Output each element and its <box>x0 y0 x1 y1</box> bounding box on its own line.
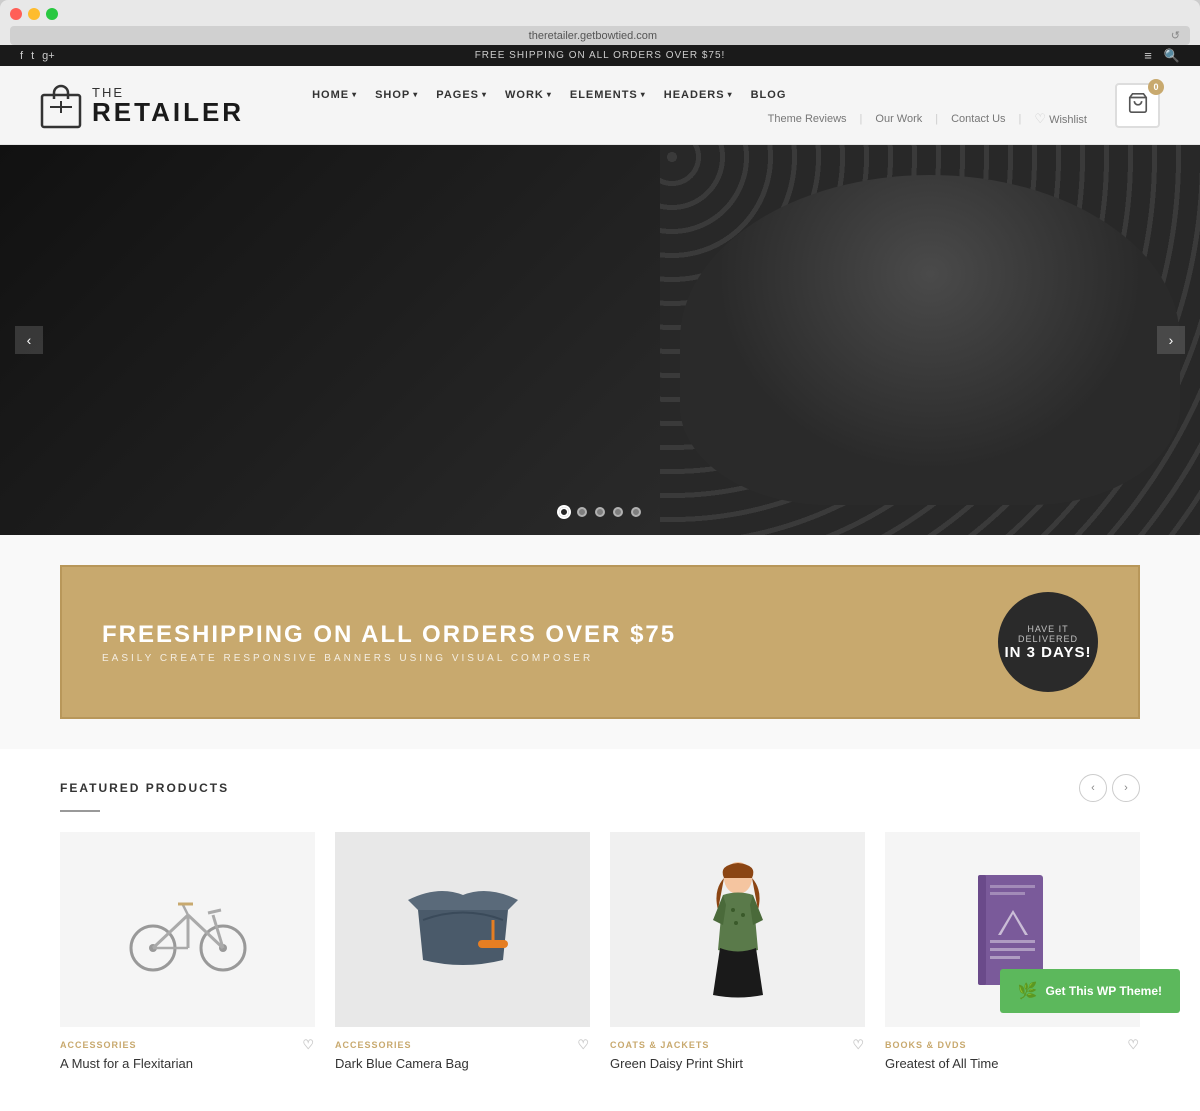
product-name-3: Green Daisy Print Shirt <box>610 1056 865 1071</box>
cart-button[interactable]: 0 <box>1115 83 1160 128</box>
products-nav: ‹ › <box>1079 774 1140 802</box>
products-header: FEATURED PRODUCTS ‹ › <box>60 774 1140 802</box>
slider-dot-3[interactable] <box>595 507 605 517</box>
browser-traffic-lights <box>10 8 1190 20</box>
product-name-4: Greatest of All Time <box>885 1056 1140 1071</box>
wishlist-2[interactable]: ♡ <box>577 1037 590 1053</box>
nav-item-headers[interactable]: HEADERS ▾ <box>656 84 741 106</box>
nav-sub-our-work[interactable]: Our Work <box>867 113 930 125</box>
banner-section: FREESHIPPING ON ALL ORDERS OVER $75 EASI… <box>0 535 1200 749</box>
product-name-1: A Must for a Flexitarian <box>60 1056 315 1071</box>
product-category-1: ACCESSORIES ♡ <box>60 1037 315 1053</box>
shirt-image <box>698 860 778 1000</box>
site-logo[interactable]: THE RETAILER <box>40 81 244 129</box>
product-image-1 <box>60 832 315 1027</box>
promo-banner: FREESHIPPING ON ALL ORDERS OVER $75 EASI… <box>60 565 1140 719</box>
hero-background <box>0 145 1200 535</box>
nav-item-elements[interactable]: ELEMENTS ▾ <box>562 84 654 106</box>
product-name-2: Dark Blue Camera Bag <box>335 1056 590 1071</box>
product-image-3 <box>610 832 865 1027</box>
googleplus-icon[interactable]: g+ <box>42 50 55 62</box>
product-card-3[interactable]: COATS & JACKETS ♡ Green Daisy Print Shir… <box>610 832 865 1071</box>
top-bar: f t g+ FREE SHIPPING ON ALL ORDERS OVER … <box>0 45 1200 66</box>
cta-label: Get This WP Theme! <box>1046 984 1162 998</box>
products-prev-button[interactable]: ‹ <box>1079 774 1107 802</box>
product-category-2: ACCESSORIES ♡ <box>335 1037 590 1053</box>
nav-divider-2: | <box>935 113 938 125</box>
facebook-icon[interactable]: f <box>20 50 23 62</box>
social-links: f t g+ <box>20 50 55 62</box>
bike-image <box>123 880 253 980</box>
close-button[interactable] <box>10 8 22 20</box>
nav-item-shop[interactable]: SHOP ▾ <box>367 84 426 106</box>
maximize-button[interactable] <box>46 8 58 20</box>
banner-circle-main: IN 3 DAYS! <box>1005 644 1092 661</box>
slider-dot-5[interactable] <box>631 507 641 517</box>
slider-next-button[interactable]: › <box>1157 326 1185 354</box>
products-divider <box>60 810 100 812</box>
top-bar-message: FREE SHIPPING ON ALL ORDERS OVER $75! <box>475 50 726 61</box>
product-card-2[interactable]: ACCESSORIES ♡ Dark Blue Camera Bag <box>335 832 590 1071</box>
banner-title: FREESHIPPING ON ALL ORDERS OVER $75 <box>102 621 978 649</box>
banner-circle: HAVE IT DELIVERED IN 3 DAYS! <box>998 592 1098 692</box>
menu-icon[interactable]: ≡ <box>1144 48 1152 64</box>
search-icon[interactable]: 🔍 <box>1164 48 1180 64</box>
nav-divider-3: | <box>1019 113 1022 125</box>
nav-sub-contact[interactable]: Contact Us <box>943 113 1013 125</box>
product-category-4: BOOKS & DVDS ♡ <box>885 1037 1140 1053</box>
slider-dot-4[interactable] <box>613 507 623 517</box>
cart-badge: 0 <box>1148 79 1164 95</box>
products-section-title: FEATURED PRODUCTS <box>60 781 229 795</box>
slider-prev-button[interactable]: ‹ <box>15 326 43 354</box>
main-nav: HOME ▾ SHOP ▾ PAGES ▾ WORK ▾ ELEMENTS ▾ … <box>304 84 1095 106</box>
bag-image <box>403 880 523 980</box>
sub-nav: Theme Reviews | Our Work | Contact Us | … <box>304 111 1095 127</box>
product-card-1[interactable]: ACCESSORIES ♡ A Must for a Flexitarian <box>60 832 315 1071</box>
refresh-icon[interactable]: ↺ <box>1171 29 1180 42</box>
products-grid: ACCESSORIES ♡ A Must for a Flexitarian <box>60 832 1140 1071</box>
banner-title-text: FREESHIPPING ON ALL ORDERS OVER <box>102 621 630 648</box>
hero-slider: ‹ › <box>0 145 1200 535</box>
product-image-2 <box>335 832 590 1027</box>
banner-circle-top: HAVE IT DELIVERED <box>998 624 1098 644</box>
banner-text: FREESHIPPING ON ALL ORDERS OVER $75 EASI… <box>102 621 978 664</box>
slider-dot-1[interactable] <box>559 507 569 517</box>
cta-button[interactable]: 🌿 Get This WP Theme! <box>1000 969 1180 1013</box>
nav-item-pages[interactable]: PAGES ▾ <box>428 84 495 106</box>
nav-item-work[interactable]: WORK ▾ <box>497 84 560 106</box>
product-card-4[interactable]: BOOKS & DVDS ♡ Greatest of All Time <box>885 832 1140 1071</box>
address-bar[interactable]: theretailer.getbowtied.com ↺ <box>10 26 1190 45</box>
site-header: THE RETAILER HOME ▾ SHOP ▾ PAGES ▾ WORK … <box>0 66 1200 145</box>
wishlist-4[interactable]: ♡ <box>1127 1037 1140 1053</box>
featured-products-section: FEATURED PRODUCTS ‹ › <box>0 749 1200 1111</box>
url-display: theretailer.getbowtied.com <box>20 30 1166 42</box>
twitter-icon[interactable]: t <box>31 50 34 62</box>
logo-retailer: RETAILER <box>92 99 244 125</box>
products-next-button[interactable]: › <box>1112 774 1140 802</box>
hero-left-panel <box>0 145 660 535</box>
slider-dots <box>559 507 641 517</box>
logo-text: THE RETAILER <box>92 86 244 125</box>
wishlist-3[interactable]: ♡ <box>852 1037 865 1053</box>
browser-chrome: theretailer.getbowtied.com ↺ <box>0 0 1200 45</box>
top-bar-icons: ≡ 🔍 <box>1144 48 1180 64</box>
cart-icon <box>1127 92 1149 119</box>
nav-item-home[interactable]: HOME ▾ <box>304 84 365 106</box>
banner-subtitle: EASILY CREATE RESPONSIVE BANNERS USING V… <box>102 653 978 664</box>
navigation: HOME ▾ SHOP ▾ PAGES ▾ WORK ▾ ELEMENTS ▾ … <box>304 84 1095 127</box>
wishlist-1[interactable]: ♡ <box>302 1037 315 1053</box>
nav-item-blog[interactable]: BLOG <box>743 84 795 106</box>
hero-right-panel <box>660 145 1200 535</box>
banner-amount: $75 <box>630 621 676 648</box>
site-container: f t g+ FREE SHIPPING ON ALL ORDERS OVER … <box>0 45 1200 1111</box>
logo-bag-icon <box>40 81 82 129</box>
nav-sub-theme-reviews[interactable]: Theme Reviews <box>760 113 855 125</box>
minimize-button[interactable] <box>28 8 40 20</box>
nav-divider: | <box>860 113 863 125</box>
nav-sub-wishlist[interactable]: ♡ Wishlist <box>1026 111 1095 127</box>
cta-icon: 🌿 <box>1018 981 1038 1001</box>
slider-dot-2[interactable] <box>577 507 587 517</box>
product-category-3: COATS & JACKETS ♡ <box>610 1037 865 1053</box>
